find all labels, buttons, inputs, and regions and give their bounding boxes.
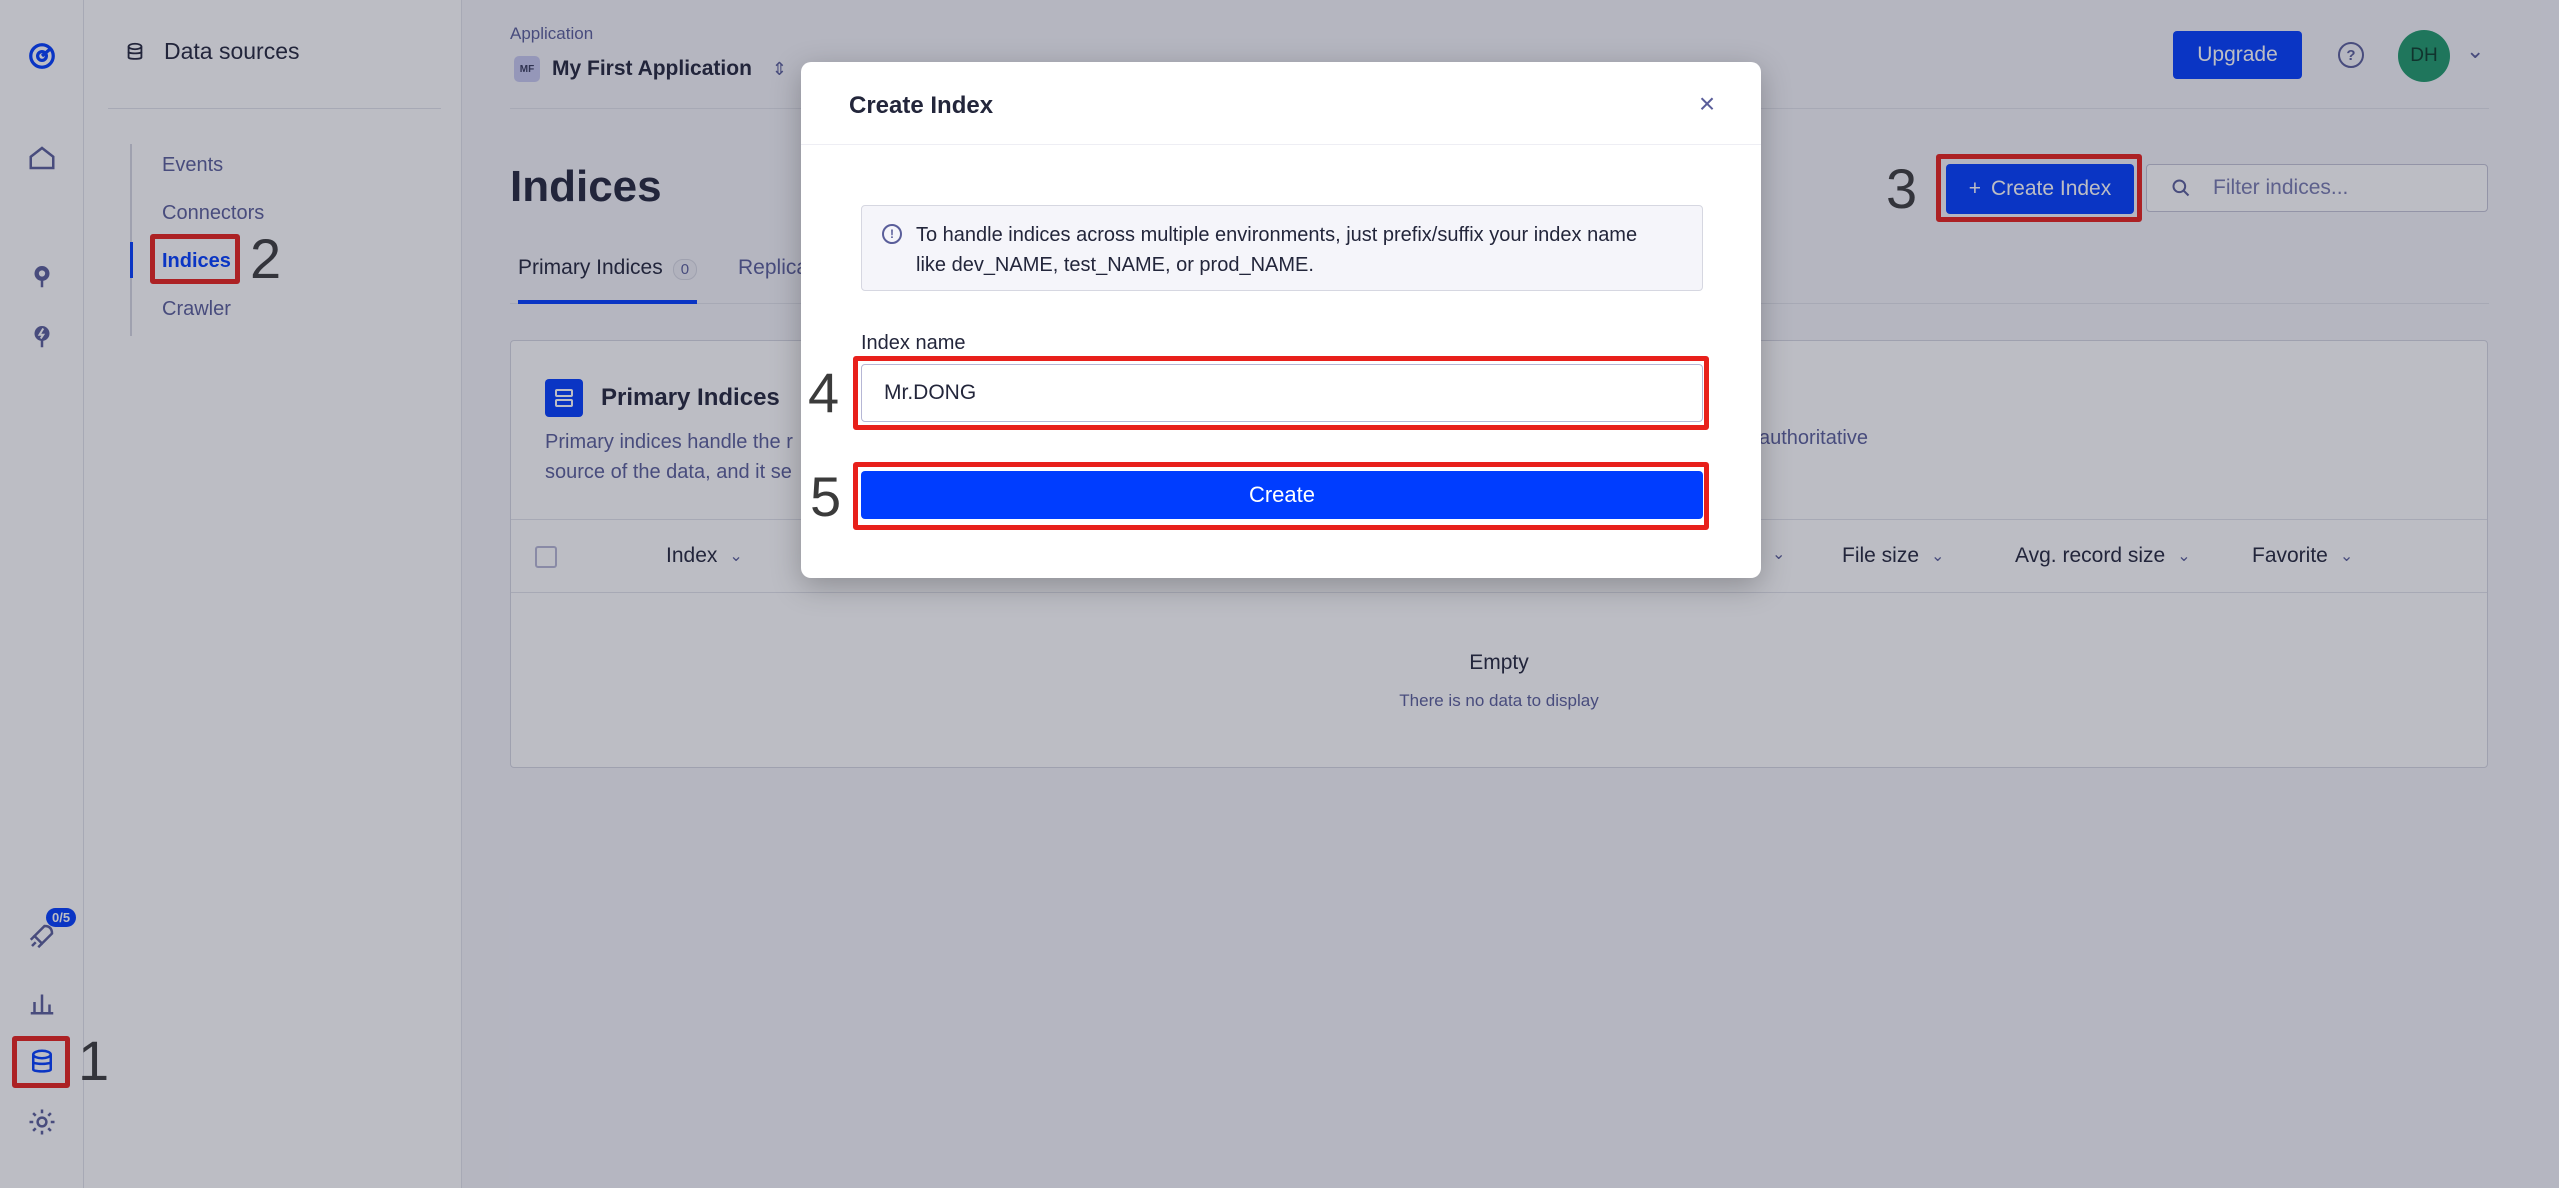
info-text-line: like dev_NAME, test_NAME, or prod_NAME. — [916, 254, 1314, 276]
info-text-line: To handle indices across multiple enviro… — [916, 224, 1638, 246]
annotation-number-4: 4 — [808, 361, 840, 424]
index-name-label: Index name — [861, 332, 966, 354]
annotation-box-4 — [853, 356, 1709, 430]
modal-divider — [801, 144, 1761, 145]
info-icon: ! — [882, 224, 902, 244]
annotation-number-5: 5 — [810, 465, 842, 528]
close-icon[interactable]: × — [1689, 86, 1725, 122]
annotation-box-5 — [853, 462, 1709, 530]
modal-title: Create Index — [849, 92, 994, 119]
info-callout: ! To handle indices across multiple envi… — [861, 205, 1703, 291]
